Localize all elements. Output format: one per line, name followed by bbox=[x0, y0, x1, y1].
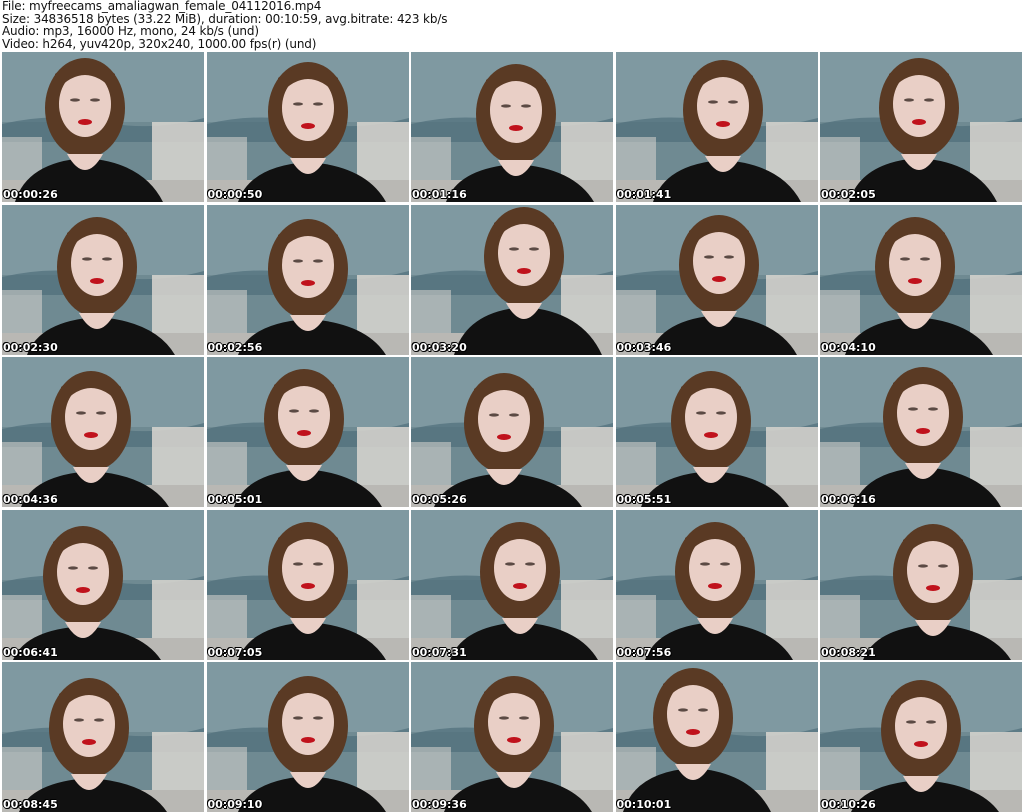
frame-timestamp: 00:09:36 bbox=[412, 798, 467, 811]
frame-timestamp: 00:03:20 bbox=[412, 340, 467, 354]
frame-thumbnail: 00:02:30 bbox=[2, 204, 204, 355]
frame-image bbox=[2, 52, 204, 202]
frame-image bbox=[206, 357, 409, 507]
video-info-line: Video: h264, yuv420p, 320x240, 1000.00 f… bbox=[2, 36, 317, 51]
frame-image bbox=[411, 357, 613, 507]
frame-thumbnail: 00:01:16 bbox=[411, 52, 613, 202]
frame-timestamp: 00:01:16 bbox=[412, 188, 467, 201]
frame-timestamp: 00:10:26 bbox=[821, 798, 876, 811]
frame-timestamp: 00:02:56 bbox=[207, 340, 263, 354]
frame-thumbnail: 00:01:41 bbox=[615, 52, 818, 202]
frame-thumbnail: 00:05:26 bbox=[411, 357, 613, 507]
frame-thumbnail: 00:00:26 bbox=[2, 52, 204, 202]
frame-image bbox=[411, 509, 613, 660]
frame-thumbnail: 00:10:01 bbox=[615, 662, 818, 812]
thumbnail-grid: 00:00:26 00:00:50 00:01:16 00:01:41 00:02:05… bbox=[2, 52, 1022, 812]
frame-image bbox=[206, 662, 409, 812]
frame-thumbnail: 00:00:50 bbox=[206, 52, 409, 202]
frame-thumbnail: 00:09:10 bbox=[206, 662, 409, 812]
frame-image bbox=[206, 204, 409, 355]
frame-thumbnail: 00:05:51 bbox=[615, 357, 818, 507]
frame-timestamp: 00:05:51 bbox=[616, 493, 672, 506]
frame-thumbnail: 00:07:31 bbox=[411, 509, 613, 660]
frame-timestamp: 00:05:26 bbox=[412, 493, 467, 506]
frame-thumbnail: 00:10:26 bbox=[820, 662, 1022, 812]
frame-thumbnail: 00:07:56 bbox=[615, 509, 818, 660]
frame-timestamp: 00:03:46 bbox=[616, 340, 672, 354]
frame-thumbnail: 00:05:01 bbox=[206, 357, 409, 507]
frame-timestamp: 00:04:36 bbox=[3, 493, 58, 506]
file-info-header: File: myfreecams_amaliagwan_female_04112… bbox=[2, 0, 447, 50]
frame-image bbox=[206, 52, 409, 202]
frame-thumbnail: 00:08:45 bbox=[2, 662, 204, 812]
frame-timestamp: 00:00:26 bbox=[3, 188, 58, 201]
frame-image bbox=[615, 509, 818, 660]
frame-thumbnail: 00:04:36 bbox=[2, 357, 204, 507]
frame-image bbox=[820, 52, 1022, 202]
frame-timestamp: 00:04:10 bbox=[821, 340, 876, 354]
frame-timestamp: 00:02:30 bbox=[3, 340, 58, 354]
frame-timestamp: 00:05:01 bbox=[207, 493, 263, 506]
audio-info-line: Audio: mp3, 16000 Hz, mono, 24 kb/s (und… bbox=[2, 24, 259, 38]
frame-thumbnail: 00:03:20 bbox=[411, 204, 613, 355]
frame-timestamp: 00:08:21 bbox=[821, 645, 876, 659]
frame-thumbnail: 00:06:16 bbox=[820, 357, 1022, 507]
frame-image bbox=[615, 52, 818, 202]
frame-thumbnail: 00:04:10 bbox=[820, 204, 1022, 355]
frame-image bbox=[411, 52, 613, 202]
frame-timestamp: 00:07:05 bbox=[207, 645, 263, 659]
frame-timestamp: 00:02:05 bbox=[821, 188, 876, 201]
frame-image bbox=[615, 662, 818, 812]
frame-thumbnail: 00:08:21 bbox=[820, 509, 1022, 660]
file-name-line: File: myfreecams_amaliagwan_female_04112… bbox=[2, 0, 322, 13]
frame-image bbox=[615, 204, 818, 355]
frame-timestamp: 00:07:31 bbox=[412, 645, 467, 659]
frame-image bbox=[820, 509, 1022, 660]
frame-image bbox=[615, 357, 818, 507]
frame-image bbox=[206, 509, 409, 660]
frame-image bbox=[820, 204, 1022, 355]
frame-image bbox=[820, 662, 1022, 812]
frame-thumbnail: 00:03:46 bbox=[615, 204, 818, 355]
frame-thumbnail: 00:02:05 bbox=[820, 52, 1022, 202]
frame-timestamp: 00:07:56 bbox=[616, 645, 672, 659]
frame-thumbnail: 00:02:56 bbox=[206, 204, 409, 355]
frame-thumbnail: 00:09:36 bbox=[411, 662, 613, 812]
frame-timestamp: 00:06:41 bbox=[3, 645, 58, 659]
frame-image bbox=[2, 662, 204, 812]
frame-image bbox=[2, 357, 204, 507]
frame-timestamp: 00:10:01 bbox=[616, 798, 672, 811]
frame-thumbnail: 00:07:05 bbox=[206, 509, 409, 660]
frame-image bbox=[2, 509, 204, 660]
frame-image bbox=[820, 357, 1022, 507]
frame-timestamp: 00:09:10 bbox=[207, 798, 263, 811]
frame-timestamp: 00:06:16 bbox=[821, 493, 876, 506]
frame-thumbnail: 00:06:41 bbox=[2, 509, 204, 660]
frame-image bbox=[411, 204, 613, 355]
frame-timestamp: 00:01:41 bbox=[616, 188, 672, 201]
frame-timestamp: 00:00:50 bbox=[207, 188, 263, 201]
frame-image bbox=[2, 204, 204, 355]
frame-image bbox=[411, 662, 613, 812]
frame-timestamp: 00:08:45 bbox=[3, 798, 58, 811]
